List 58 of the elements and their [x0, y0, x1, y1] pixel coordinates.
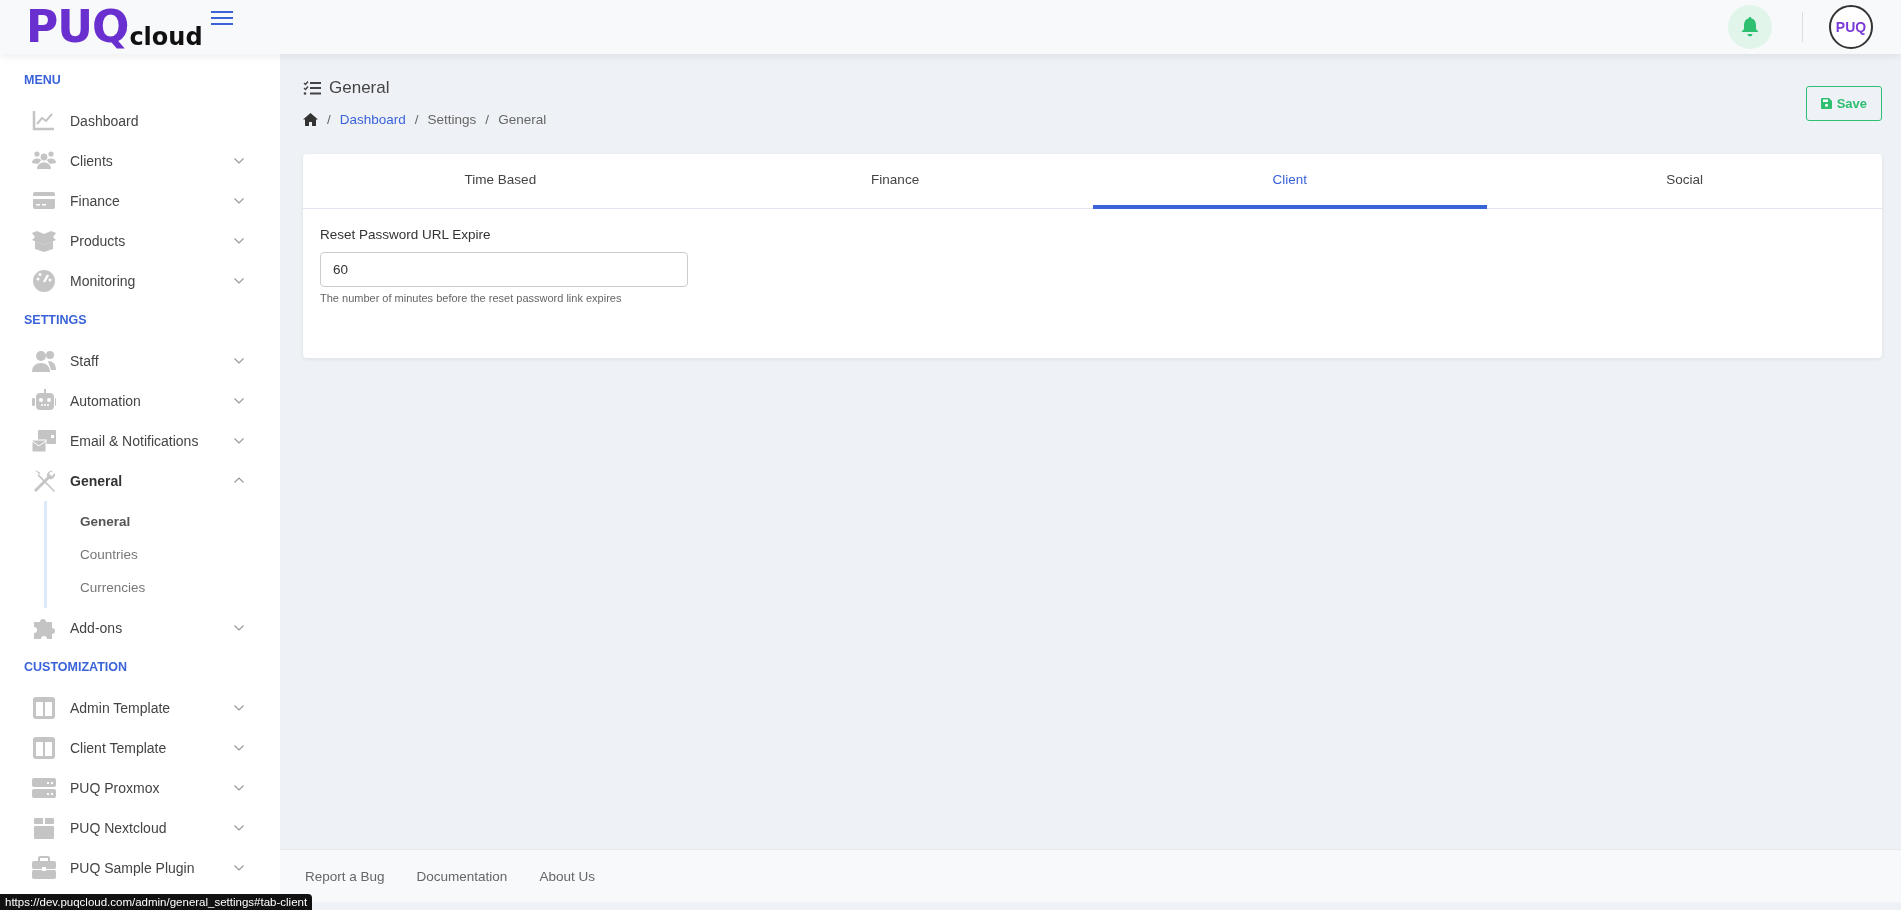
box-icon — [32, 816, 56, 840]
tab[interactable]: Finance — [697, 154, 1093, 209]
logo[interactable]: PUQcloud — [26, 5, 203, 49]
breadcrumb-separator: / — [414, 112, 419, 127]
footer-link[interactable]: About Us — [539, 868, 595, 884]
help-text: The number of minutes before the reset password link expires — [320, 292, 623, 304]
submenu-item[interactable]: Countries — [47, 538, 280, 571]
sidebar-item[interactable]: Monitoring — [0, 261, 280, 301]
status-url: https://dev.puqcloud.com/admin/general_settings#tab-client — [0, 894, 313, 910]
sidebar-item[interactable]: General — [0, 461, 280, 501]
breadcrumb-item: General — [498, 112, 547, 127]
tab[interactable]: Time Based — [303, 154, 698, 209]
tab[interactable]: Social — [1487, 154, 1882, 209]
sidebar-item[interactable]: Automation — [0, 381, 280, 421]
robot-icon — [32, 389, 56, 413]
briefcase-icon — [32, 856, 56, 880]
puzzle-icon — [32, 616, 56, 640]
sidebar-item[interactable]: Add-ons — [0, 608, 280, 648]
bell-icon — [1741, 17, 1759, 37]
section-heading: MENU — [23, 72, 62, 89]
footer-link[interactable]: Report a Bug — [305, 868, 385, 884]
users-icon — [32, 349, 56, 373]
layout-icon — [32, 736, 56, 760]
sidebar-item[interactable]: Admin Template — [0, 688, 280, 728]
field-label: Reset Password URL Expire — [320, 227, 492, 242]
box-icon — [32, 229, 56, 253]
sidebar-item[interactable]: Finance — [0, 181, 280, 221]
tools-icon — [32, 469, 56, 493]
sidebar-item[interactable]: PUQ Sample Plugin — [0, 848, 280, 888]
layout-icon — [32, 696, 56, 720]
section-heading: SETTINGS — [23, 312, 88, 329]
sidebar-item[interactable]: Products — [0, 221, 280, 261]
sidebar-item[interactable]: Client Template — [0, 728, 280, 768]
home-icon[interactable] — [303, 113, 318, 126]
avatar[interactable]: PUQ — [1829, 5, 1873, 49]
breadcrumb-link[interactable]: Dashboard — [339, 112, 406, 127]
section-heading: CUSTOMIZATION — [23, 659, 128, 676]
submenu-item[interactable]: Currencies — [47, 571, 280, 604]
sidebar-item[interactable]: Dashboard — [0, 101, 280, 141]
breadcrumb-item: Settings — [427, 112, 477, 127]
footer-link[interactable]: Documentation — [416, 868, 508, 884]
submenu-item[interactable]: General — [47, 505, 280, 538]
sidebar-item[interactable]: PUQ Nextcloud — [0, 808, 280, 848]
sidebar-item[interactable]: Email & Notifications — [0, 421, 280, 461]
server-icon — [32, 776, 56, 800]
line-chart-icon — [32, 109, 56, 133]
menu-icon[interactable] — [210, 11, 233, 25]
sidebar-item[interactable]: PUQ Proxmox — [0, 768, 280, 808]
input-field[interactable]: 60 — [320, 252, 688, 287]
gauge-icon — [32, 269, 56, 293]
tab[interactable]: Client — [1092, 154, 1488, 209]
sidebar-item[interactable]: Staff — [0, 341, 280, 381]
page-title: General — [329, 78, 390, 98]
checklist-icon — [303, 81, 321, 95]
sidebar-item[interactable]: Clients — [0, 141, 280, 181]
breadcrumb-separator: / — [327, 112, 331, 127]
breadcrumb-separator: / — [485, 112, 490, 127]
envelope-icon — [32, 429, 56, 453]
